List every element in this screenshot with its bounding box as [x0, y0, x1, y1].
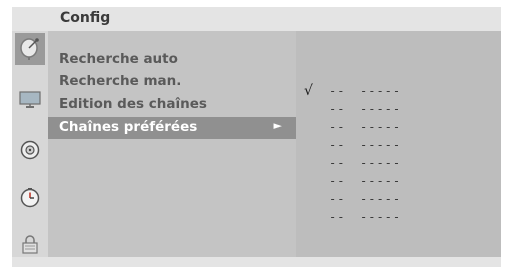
- channel-number: --: [329, 120, 346, 134]
- channel-number: --: [329, 102, 346, 116]
- channel-row[interactable]: -- -----: [296, 173, 501, 191]
- channel-row[interactable]: -- -----: [296, 119, 501, 137]
- channel-number: --: [329, 192, 346, 206]
- channel-row[interactable]: -- -----: [296, 209, 501, 227]
- channel-name: -----: [360, 192, 402, 206]
- channel-row[interactable]: -- -----: [296, 137, 501, 155]
- config-menu: Recherche auto Recherche man. Edition de…: [48, 31, 296, 257]
- speaker-icon[interactable]: [15, 134, 45, 166]
- channel-row[interactable]: -- -----: [296, 155, 501, 173]
- menu-item-auto-search[interactable]: Recherche auto: [48, 49, 296, 71]
- osd-window: Config Recherche auto Recherche man. Edi…: [12, 7, 501, 267]
- menu-item-label: Recherche auto: [59, 51, 178, 67]
- channel-number: --: [329, 84, 346, 98]
- lock-icon[interactable]: [15, 228, 45, 260]
- check-icon: √: [304, 83, 313, 99]
- menu-item-manual-search[interactable]: Recherche man.: [48, 71, 296, 93]
- clock-icon[interactable]: [15, 182, 45, 214]
- channel-name: -----: [360, 84, 402, 98]
- bottom-bar: [12, 257, 501, 267]
- channel-number: --: [329, 174, 346, 188]
- favorite-channel-list: √ -- ----- -- ----- -- ----- -- ----- --…: [296, 31, 501, 257]
- page-title: Config: [60, 10, 111, 26]
- channel-number: --: [329, 156, 346, 170]
- channel-name: -----: [360, 102, 402, 116]
- menu-item-channel-edit[interactable]: Edition des chaînes: [48, 94, 296, 116]
- menu-item-label: Recherche man.: [59, 73, 182, 89]
- menu-item-favorite-channels[interactable]: Chaînes préférées ►: [48, 117, 296, 139]
- category-icon-column: [12, 31, 48, 257]
- channel-number: --: [329, 138, 346, 152]
- channel-row[interactable]: -- -----: [296, 191, 501, 209]
- channel-number: --: [329, 210, 346, 224]
- channel-name: -----: [360, 120, 402, 134]
- channel-name: -----: [360, 210, 402, 224]
- menu-item-label: Chaînes préférées: [59, 119, 198, 135]
- channel-name: -----: [360, 138, 402, 152]
- submenu-arrow-icon: ►: [273, 119, 282, 132]
- menu-item-label: Edition des chaînes: [59, 96, 207, 112]
- channel-name: -----: [360, 156, 402, 170]
- tv-screen-icon[interactable]: [15, 83, 45, 115]
- title-bar: Config: [12, 7, 501, 31]
- channel-row[interactable]: -- -----: [296, 101, 501, 119]
- channel-row[interactable]: √ -- -----: [296, 83, 501, 101]
- channel-name: -----: [360, 174, 402, 188]
- satellite-dish-icon[interactable]: [15, 33, 45, 65]
